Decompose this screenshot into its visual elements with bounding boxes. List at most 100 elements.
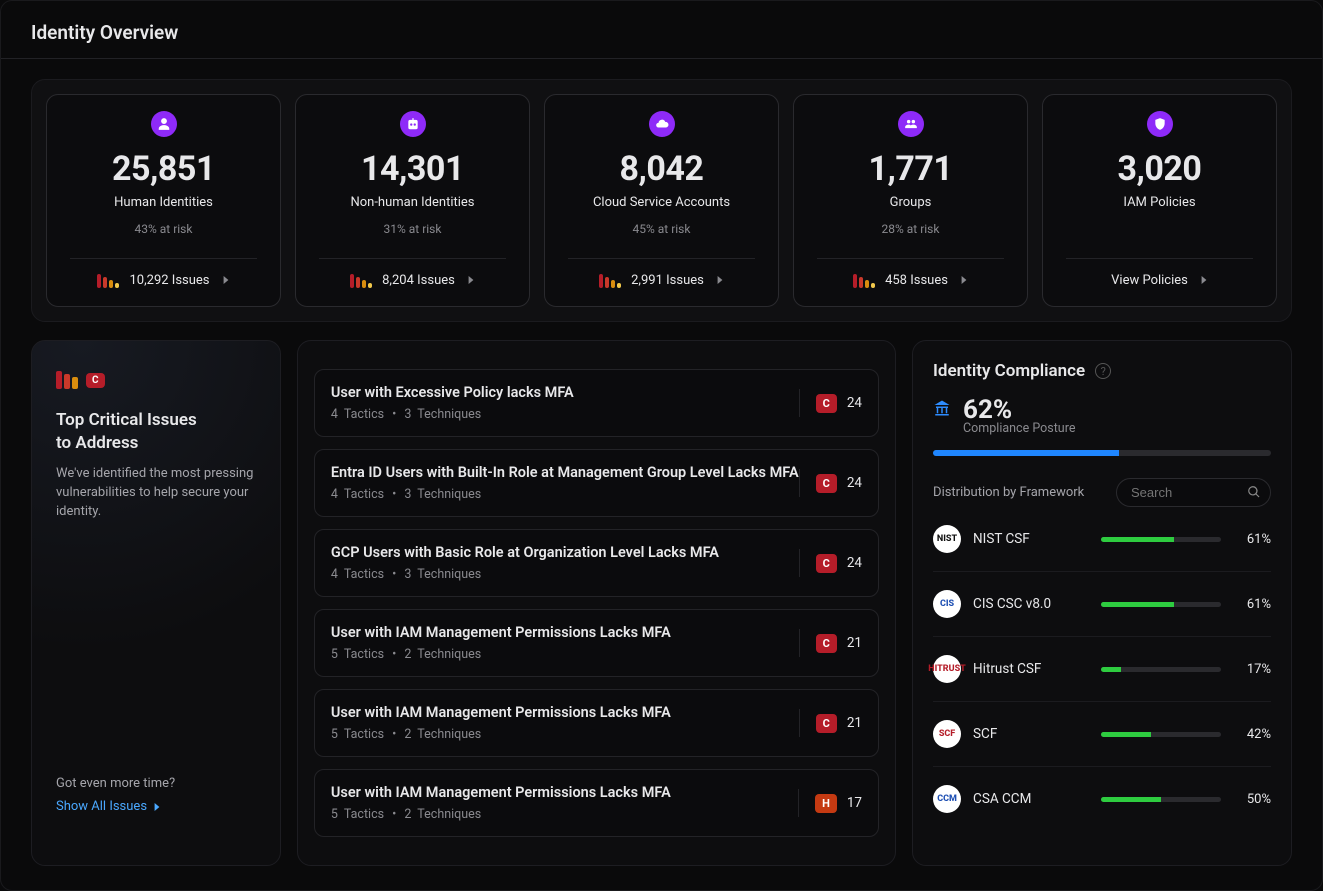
stat-label: Cloud Service Accounts xyxy=(593,195,730,210)
chevron-right-icon xyxy=(1200,273,1208,288)
compliance-title: Identity Compliance xyxy=(933,361,1085,381)
more-time-text: Got even more time? xyxy=(56,776,256,791)
show-all-issues-link[interactable]: Show All Issues xyxy=(56,799,256,814)
issue-meta: 4 Tactics•3 Techniques xyxy=(331,567,719,582)
issue-title: User with Excessive Policy lacks MFA xyxy=(331,384,574,401)
issue-count: 24 xyxy=(847,395,862,411)
page-title: Identity Overview xyxy=(31,21,1292,44)
issue-meta: 4 Tactics•3 Techniques xyxy=(331,487,799,502)
framework-pct: 61% xyxy=(1233,532,1271,547)
severity-bars-icon xyxy=(599,274,621,288)
robot-icon xyxy=(400,111,426,137)
framework-bar xyxy=(1101,667,1221,672)
severity-bars-icon xyxy=(853,274,875,288)
stat-label: Groups xyxy=(890,195,932,210)
issue-row[interactable]: Entra ID Users with Built-In Role at Man… xyxy=(314,449,879,517)
framework-pct: 50% xyxy=(1233,792,1271,807)
dist-by-framework-label: Distribution by Framework xyxy=(933,485,1084,500)
framework-logo: NIST xyxy=(933,525,961,553)
stat-footer-link[interactable]: 458 Issues xyxy=(804,259,1017,300)
divider xyxy=(1,58,1322,59)
critical-issues-panel: C Top Critical Issuesto Address We've id… xyxy=(31,340,281,866)
framework-row[interactable]: CCM CSA CCM 50% xyxy=(933,767,1271,831)
stat-label: Human Identities xyxy=(114,195,213,210)
group-icon xyxy=(898,111,924,137)
stat-risk: 28% at risk xyxy=(882,222,940,236)
stat-footer-link[interactable]: 8,204 Issues xyxy=(306,259,519,300)
stat-footer-link[interactable]: View Policies xyxy=(1053,259,1266,300)
framework-name: CIS CSC v8.0 xyxy=(973,596,1089,612)
bank-icon xyxy=(933,399,951,421)
framework-pct: 61% xyxy=(1233,597,1271,612)
stat-card-shield[interactable]: 3,020 IAM Policies View Policies xyxy=(1042,94,1277,307)
issue-count: 17 xyxy=(847,795,862,811)
stat-card-robot[interactable]: 14,301 Non-human Identities 31% at risk … xyxy=(295,94,530,307)
framework-logo: HITRUST xyxy=(933,655,961,683)
framework-pct: 42% xyxy=(1233,727,1271,742)
severity-badge: C xyxy=(816,714,837,733)
stat-value: 1,771 xyxy=(869,149,953,189)
critical-badge: C xyxy=(86,373,105,388)
issue-title: User with IAM Management Permissions Lac… xyxy=(331,784,671,801)
person-icon xyxy=(151,111,177,137)
issue-count: 24 xyxy=(847,555,862,571)
severity-badge: C xyxy=(816,634,837,653)
issue-row[interactable]: GCP Users with Basic Role at Organizatio… xyxy=(314,529,879,597)
stat-value: 25,851 xyxy=(112,149,215,189)
framework-name: Hitrust CSF xyxy=(973,661,1089,677)
framework-logo: SCF xyxy=(933,720,961,748)
stat-label: IAM Policies xyxy=(1123,195,1195,210)
framework-bar xyxy=(1101,797,1221,802)
chevron-right-icon xyxy=(467,273,475,288)
issue-count: 21 xyxy=(847,635,862,651)
stats-strip: 25,851 Human Identities 43% at risk 10,2… xyxy=(31,79,1292,322)
framework-name: NIST CSF xyxy=(973,531,1089,547)
framework-search[interactable] xyxy=(1116,478,1271,507)
stat-value: 14,301 xyxy=(361,149,464,189)
stat-card-cloud[interactable]: 8,042 Cloud Service Accounts 45% at risk… xyxy=(544,94,779,307)
framework-row[interactable]: SCF SCF 42% xyxy=(933,702,1271,767)
cloud-icon xyxy=(649,111,675,137)
framework-bar xyxy=(1101,602,1221,607)
severity-badge: C xyxy=(816,554,837,573)
framework-row[interactable]: NIST NIST CSF 61% xyxy=(933,507,1271,572)
severity-badge: C xyxy=(816,394,837,413)
framework-logo: CCM xyxy=(933,785,961,813)
stat-card-group[interactable]: 1,771 Groups 28% at risk 458 Issues xyxy=(793,94,1028,307)
framework-bar xyxy=(1101,732,1221,737)
shield-icon xyxy=(1147,111,1173,137)
issue-row[interactable]: User with IAM Management Permissions Lac… xyxy=(314,689,879,757)
framework-row[interactable]: CIS CIS CSC v8.0 61% xyxy=(933,572,1271,637)
framework-logo: CIS xyxy=(933,590,961,618)
issue-row[interactable]: User with IAM Management Permissions Lac… xyxy=(314,609,879,677)
chevron-right-icon xyxy=(960,273,968,288)
chevron-right-icon xyxy=(222,273,230,288)
issue-meta: 5 Tactics•2 Techniques xyxy=(331,807,671,822)
severity-bars-icon xyxy=(350,274,372,288)
stat-footer-link[interactable]: 10,292 Issues xyxy=(57,259,270,300)
stat-footer-link[interactable]: 2,991 Issues xyxy=(555,259,768,300)
issue-row[interactable]: User with Excessive Policy lacks MFA 4 T… xyxy=(314,369,879,437)
stat-risk: 43% at risk xyxy=(135,222,193,236)
issue-title: User with IAM Management Permissions Lac… xyxy=(331,704,671,721)
stat-card-person[interactable]: 25,851 Human Identities 43% at risk 10,2… xyxy=(46,94,281,307)
issue-title: GCP Users with Basic Role at Organizatio… xyxy=(331,544,719,561)
stat-value: 3,020 xyxy=(1118,149,1202,189)
severity-badge: H xyxy=(815,794,837,813)
framework-row[interactable]: HITRUST Hitrust CSF 17% xyxy=(933,637,1271,702)
issue-count: 24 xyxy=(847,475,862,491)
stat-label: Non-human Identities xyxy=(350,195,474,210)
search-icon xyxy=(1247,485,1261,499)
framework-name: CSA CCM xyxy=(973,791,1089,807)
issue-title: User with IAM Management Permissions Lac… xyxy=(331,624,671,641)
critical-issues-title: Top Critical Issuesto Address xyxy=(56,409,256,455)
severity-bars-icon xyxy=(97,274,119,288)
info-icon[interactable]: ? xyxy=(1095,363,1111,379)
stat-risk xyxy=(1158,222,1161,236)
issues-list-panel: User with Excessive Policy lacks MFA 4 T… xyxy=(297,340,896,866)
issue-row[interactable]: User with IAM Management Permissions Lac… xyxy=(314,769,879,837)
compliance-progress xyxy=(933,450,1271,456)
stat-risk: 45% at risk xyxy=(633,222,691,236)
severity-bars-icon xyxy=(56,371,78,389)
framework-bar xyxy=(1101,537,1221,542)
